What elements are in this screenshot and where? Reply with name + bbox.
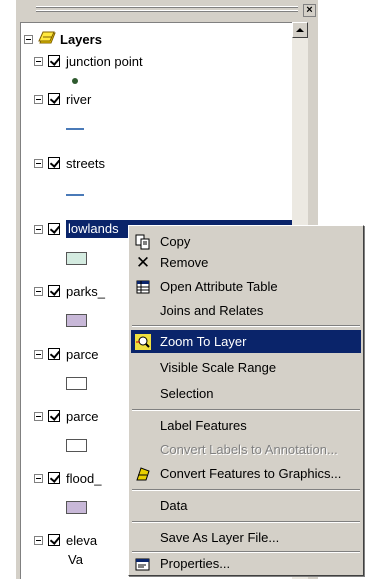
collapse-icon[interactable] <box>34 349 43 359</box>
layer-visibility-checkbox[interactable] <box>48 285 60 297</box>
menu-separator <box>132 409 360 411</box>
collapse-icon[interactable] <box>34 535 43 545</box>
convert-features-icon <box>135 466 151 482</box>
polygon-symbol-icon <box>66 314 87 327</box>
line-symbol-icon <box>66 194 84 196</box>
scroll-up-icon[interactable] <box>292 22 308 38</box>
layer-row-parks[interactable]: parks_ <box>34 282 105 300</box>
menu-item-data[interactable]: Data <box>131 494 361 517</box>
menu-separator <box>132 489 360 491</box>
layer-row-junction-point[interactable]: junction point <box>34 52 143 70</box>
legend-partial-label: Va <box>68 551 83 567</box>
line-symbol-icon <box>66 128 84 130</box>
menu-item-label: Joins and Relates <box>160 303 264 318</box>
collapse-icon[interactable] <box>34 94 43 104</box>
polygon-symbol-icon <box>66 252 87 265</box>
menu-item-label-features[interactable]: Label Features <box>131 414 361 437</box>
layer-visibility-checkbox[interactable] <box>48 93 60 105</box>
layers-root[interactable]: Layers <box>24 30 102 48</box>
layers-root-label: Layers <box>60 31 102 47</box>
menu-item-zoom-to-layer[interactable]: Zoom To Layer <box>131 330 361 353</box>
copy-icon <box>135 234 151 250</box>
collapse-icon[interactable] <box>34 158 43 168</box>
polygon-symbol-icon <box>66 377 87 390</box>
menu-item-label: Open Attribute Table <box>160 279 278 294</box>
menu-separator <box>132 325 360 327</box>
layer-label: parce <box>66 408 99 424</box>
layer-label: flood_ <box>66 470 102 486</box>
menu-item-convert-features[interactable]: Convert Features to Graphics... <box>131 462 361 485</box>
menu-item-label: Copy <box>160 234 191 249</box>
menu-item-properties[interactable]: Properties... <box>131 552 361 575</box>
collapse-icon[interactable] <box>34 56 43 66</box>
menu-item-label: Zoom To Layer <box>160 334 247 349</box>
menu-item-remove[interactable]: ✕ Remove <box>131 251 361 274</box>
menu-item-label: Remove <box>160 255 209 270</box>
collapse-icon[interactable] <box>34 473 43 483</box>
menu-item-save-as-layer[interactable]: Save As Layer File... <box>131 526 361 549</box>
menu-item-label: Properties... <box>160 556 231 571</box>
layer-row-elevation[interactable]: eleva <box>34 531 97 549</box>
layer-visibility-checkbox[interactable] <box>48 472 60 484</box>
menu-item-visible-scale-range[interactable]: Visible Scale Range <box>131 356 361 379</box>
point-symbol-icon <box>72 78 78 84</box>
collapse-icon[interactable] <box>34 286 43 296</box>
zoom-to-layer-icon <box>135 334 151 350</box>
layer-label: parce <box>66 346 99 362</box>
collapse-icon[interactable] <box>24 34 33 44</box>
layer-label: streets <box>66 155 106 171</box>
menu-item-label: Data <box>160 498 188 513</box>
collapse-icon[interactable] <box>34 411 43 421</box>
menu-item-open-attribute-table[interactable]: Open Attribute Table <box>131 275 361 298</box>
polygon-symbol-icon <box>66 501 87 514</box>
layer-context-menu: Copy ✕ Remove Open Attribute Table Joins… <box>128 225 364 576</box>
menu-item-label: Convert Features to Graphics... <box>160 466 342 481</box>
layer-visibility-checkbox[interactable] <box>48 157 60 169</box>
close-icon[interactable]: × <box>303 4 316 17</box>
layer-row-parcels-1[interactable]: parce <box>34 345 99 363</box>
layer-visibility-checkbox[interactable] <box>48 348 60 360</box>
table-icon <box>135 279 151 295</box>
layer-label: parks_ <box>66 283 106 299</box>
dock-grip[interactable] <box>36 3 298 17</box>
menu-item-selection[interactable]: Selection <box>131 382 361 405</box>
layer-label: junction point <box>66 53 143 69</box>
layers-folder-icon <box>38 31 56 48</box>
properties-icon <box>135 556 151 572</box>
layer-row-flood[interactable]: flood_ <box>34 469 101 487</box>
remove-icon: ✕ <box>135 253 151 272</box>
menu-item-label: Label Features <box>160 418 247 433</box>
menu-separator <box>132 521 360 523</box>
layer-visibility-checkbox[interactable] <box>48 410 60 422</box>
menu-item-label: Convert Labels to Annotation... <box>160 442 338 457</box>
layer-visibility-checkbox[interactable] <box>47 222 61 236</box>
menu-item-label: Save As Layer File... <box>160 530 280 545</box>
layer-row-river[interactable]: river <box>34 90 91 108</box>
menu-item-convert-labels: Convert Labels to Annotation... <box>131 438 361 461</box>
menu-item-copy[interactable]: Copy <box>131 230 361 253</box>
layer-label: eleva <box>66 532 98 548</box>
collapse-icon[interactable] <box>34 224 43 234</box>
layer-row-parcels-2[interactable]: parce <box>34 407 99 425</box>
layer-visibility-checkbox[interactable] <box>48 534 60 546</box>
menu-item-label: Selection <box>160 386 214 401</box>
menu-item-label: Visible Scale Range <box>160 360 277 375</box>
layer-visibility-checkbox[interactable] <box>48 55 60 67</box>
polygon-symbol-icon <box>66 439 87 452</box>
layer-label: river <box>66 91 92 107</box>
menu-item-joins-relates[interactable]: Joins and Relates <box>131 299 361 322</box>
layer-row-streets[interactable]: streets <box>34 154 105 172</box>
